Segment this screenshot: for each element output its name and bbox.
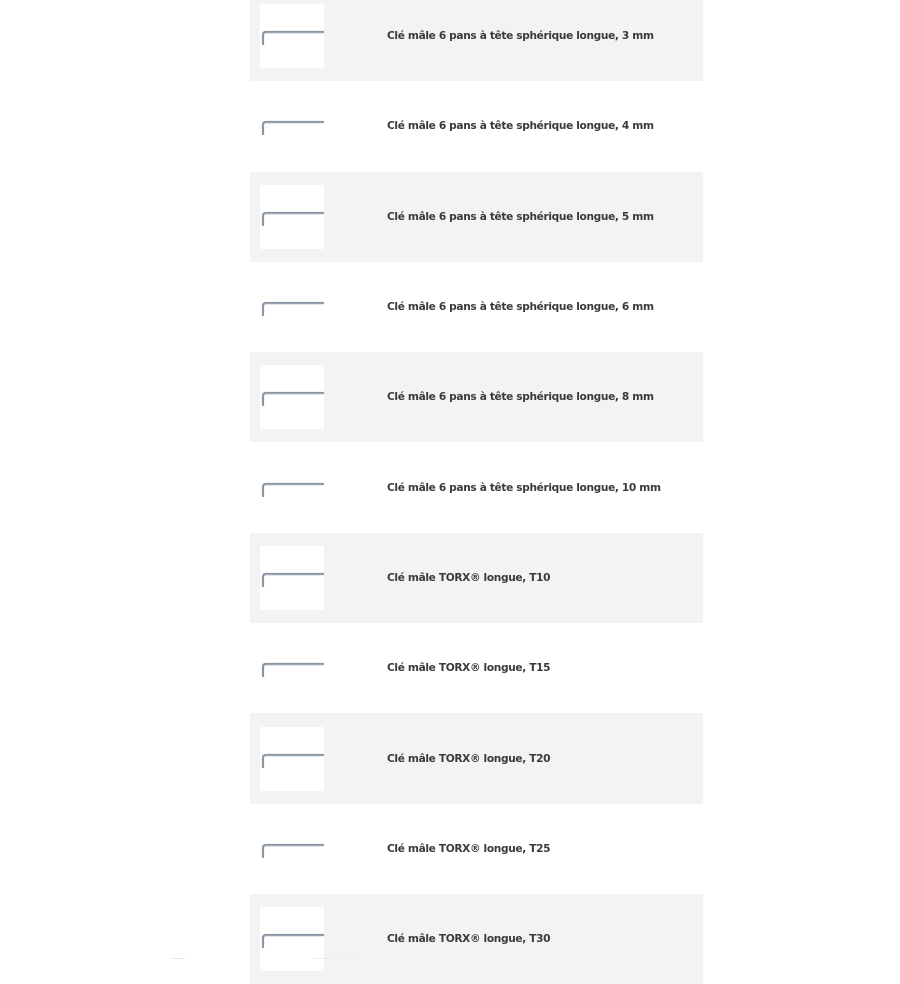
product-name[interactable]: Clé mâle 6 pans à tête sphérique longue,… [387, 482, 661, 494]
product-name[interactable]: Clé mâle 6 pans à tête sphérique longue,… [387, 120, 654, 132]
product-row[interactable]: Clé mâle TORX® longue, T25 [250, 804, 703, 894]
product-row[interactable]: Clé mâle TORX® longue, T30 [250, 893, 703, 984]
product-row[interactable]: Clé mâle TORX® longue, T20 [250, 713, 703, 804]
product-name[interactable]: Clé mâle 6 pans à tête sphérique longue,… [387, 301, 654, 313]
product-row[interactable]: Clé mâle 6 pans à tête sphérique longue,… [250, 352, 703, 443]
product-name[interactable]: Clé mâle 6 pans à tête sphérique longue,… [387, 211, 654, 223]
product-row[interactable]: Clé mâle 6 pans à tête sphérique longue,… [250, 171, 703, 262]
product-row[interactable]: Clé mâle TORX® longue, T15 [250, 623, 703, 713]
hex-key-icon[interactable] [260, 94, 324, 159]
hex-key-icon[interactable] [260, 275, 324, 340]
hex-key-icon[interactable] [260, 455, 324, 520]
product-name[interactable]: Clé mâle TORX® longue, T30 [387, 933, 551, 945]
product-name[interactable]: Clé mâle 6 pans à tête sphérique longue,… [387, 30, 654, 42]
torx-key-icon[interactable] [260, 816, 324, 881]
product-row[interactable]: Clé mâle 6 pans à tête sphérique longue,… [250, 81, 703, 171]
hex-key-icon[interactable] [260, 184, 324, 249]
product-name[interactable]: Clé mâle TORX® longue, T25 [387, 843, 551, 855]
product-name[interactable]: Clé mâle TORX® longue, T10 [387, 572, 551, 584]
torx-key-icon[interactable] [260, 636, 324, 701]
hex-key-icon[interactable] [260, 365, 324, 430]
product-row[interactable]: Clé mâle 6 pans à tête sphérique longue,… [250, 262, 703, 352]
product-name[interactable]: Clé mâle 6 pans à tête sphérique longue,… [387, 391, 654, 403]
hex-key-icon[interactable] [260, 4, 324, 69]
product-row[interactable]: Clé mâle 6 pans à tête sphérique longue,… [250, 442, 703, 532]
product-name[interactable]: Clé mâle TORX® longue, T20 [387, 753, 551, 765]
torx-key-icon[interactable] [260, 726, 324, 791]
torx-key-icon[interactable] [260, 545, 324, 610]
divider [312, 958, 356, 959]
product-row[interactable]: Clé mâle 6 pans à tête sphérique longue,… [250, 0, 703, 82]
product-name[interactable]: Clé mâle TORX® longue, T15 [387, 662, 551, 674]
product-row[interactable]: Clé mâle TORX® longue, T10 [250, 532, 703, 624]
product-list: Clé mâle 6 pans à tête sphérique longue,… [250, 0, 703, 984]
divider [172, 958, 185, 959]
